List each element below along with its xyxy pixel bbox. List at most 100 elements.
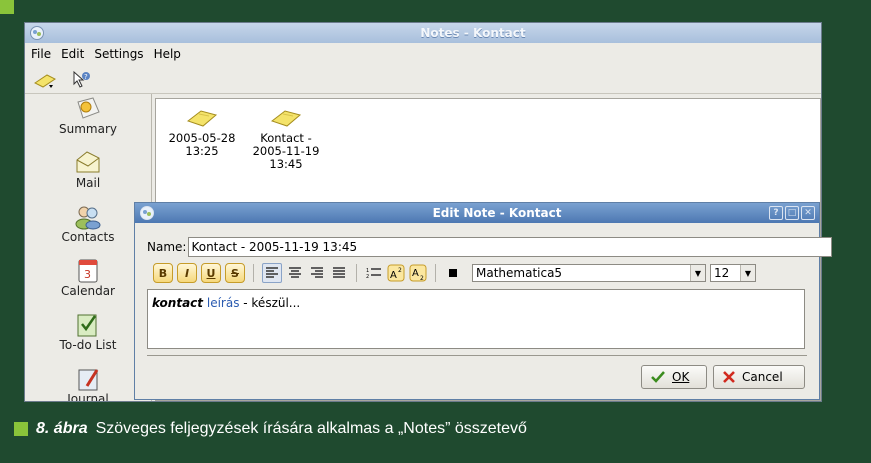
menubar: File Edit Settings Help xyxy=(25,43,821,65)
sidebar-item-calendar[interactable]: 3 Calendar xyxy=(25,256,151,310)
sidebar: Summary Mail Contacts 3 Calendar To-do L… xyxy=(25,94,152,401)
note-title-line2: 13:25 xyxy=(185,144,219,158)
svg-text:2: 2 xyxy=(398,267,402,274)
sidebar-item-contacts[interactable]: Contacts xyxy=(25,202,151,256)
align-justify-button[interactable] xyxy=(330,264,348,282)
note-icon xyxy=(186,110,218,127)
toolbar-separator xyxy=(435,264,436,282)
name-row: Name: Kontact - 2005-11-19 13:45 xyxy=(147,237,833,257)
align-center-icon xyxy=(289,267,301,278)
ok-button[interactable]: OK xyxy=(641,365,707,389)
dialog-window-buttons: ? □ ✕ xyxy=(769,206,815,220)
sidebar-label-calendar: Calendar xyxy=(61,284,115,298)
dialog-divider xyxy=(147,355,807,356)
menu-file[interactable]: File xyxy=(31,47,51,61)
sidebar-item-mail[interactable]: Mail xyxy=(25,148,151,202)
numbered-list-button[interactable]: 1 2 xyxy=(365,264,383,282)
dialog-title: Edit Note - Kontact xyxy=(432,206,562,220)
close-icon[interactable]: ✕ xyxy=(801,206,815,220)
italic-button[interactable]: I xyxy=(177,263,197,283)
format-toolbar: B I U S 1 2 A 2 A 2 Mathematica5 ▼ 12 ▼ xyxy=(153,261,756,285)
calendar-icon: 3 xyxy=(78,259,98,283)
summary-icon xyxy=(77,97,100,119)
editor-bold-text: kontact xyxy=(152,296,204,310)
strikeout-button[interactable]: S xyxy=(225,263,245,283)
caption-text: Szöveges feljegyzések írására alkalmas a… xyxy=(95,420,527,437)
dialog-titlebar[interactable]: Edit Note - Kontact ? □ ✕ xyxy=(135,203,819,223)
sidebar-label-summary: Summary xyxy=(59,122,117,136)
superscript-icon: A 2 xyxy=(387,264,405,282)
align-right-button[interactable] xyxy=(308,264,326,282)
maximize-icon[interactable]: □ xyxy=(785,206,799,220)
chevron-down-icon[interactable]: ▼ xyxy=(740,265,755,281)
svg-text:A: A xyxy=(390,270,397,281)
font-size-value: 12 xyxy=(714,266,730,280)
check-icon xyxy=(651,371,665,383)
note-item[interactable]: 2005-05-28 13:25 xyxy=(162,105,242,158)
note-item[interactable]: Kontact - 2005-11-19 13:45 xyxy=(246,105,326,171)
corner-accent xyxy=(0,0,14,14)
main-toolbar: ? xyxy=(25,65,821,94)
chevron-down-icon[interactable]: ▼ xyxy=(690,265,705,281)
name-field[interactable]: Kontact - 2005-11-19 13:45 xyxy=(188,237,833,257)
sidebar-item-summary[interactable]: Summary xyxy=(25,94,151,148)
kontact-app-icon[interactable] xyxy=(139,205,155,221)
caption-bullet xyxy=(14,422,28,436)
align-center-button[interactable] xyxy=(286,264,304,282)
align-justify-icon xyxy=(333,267,345,278)
journal-icon xyxy=(78,369,99,391)
sidebar-item-journal[interactable]: Journal xyxy=(25,364,151,402)
figure-caption: 8. ábra Szöveges feljegyzések írására al… xyxy=(14,420,527,438)
svg-text:2: 2 xyxy=(366,274,369,280)
toolbar-separator xyxy=(253,264,254,282)
note-title-line3: 13:45 xyxy=(269,157,303,171)
underline-button[interactable]: U xyxy=(201,263,221,283)
window-title: Notes - Kontact xyxy=(420,26,526,40)
ok-label: OK xyxy=(672,370,690,384)
subscript-icon: A 2 xyxy=(409,264,427,282)
text-color-button[interactable] xyxy=(444,264,462,282)
help-icon[interactable]: ? xyxy=(769,206,783,220)
svg-text:?: ? xyxy=(84,73,88,81)
svg-text:A: A xyxy=(412,268,419,279)
font-size-select[interactable]: 12 ▼ xyxy=(710,264,756,282)
cancel-label: Cancel xyxy=(742,370,783,384)
cancel-button[interactable]: Cancel xyxy=(713,365,805,389)
superscript-button[interactable]: A 2 xyxy=(387,264,405,282)
bold-button[interactable]: B xyxy=(153,263,173,283)
mail-icon xyxy=(76,151,100,173)
edit-note-dialog: Edit Note - Kontact ? □ ✕ Name: Kontact … xyxy=(134,202,833,400)
note-icon xyxy=(270,110,302,127)
editor-rest-text: - készül... xyxy=(239,296,301,310)
align-left-button[interactable] xyxy=(262,263,282,283)
kontact-app-icon[interactable] xyxy=(29,25,45,41)
note-editor[interactable]: kontact leírás - készül... xyxy=(147,289,805,349)
sidebar-label-journal: Journal xyxy=(67,392,109,402)
name-label: Name: xyxy=(147,240,187,254)
font-select-value: Mathematica5 xyxy=(476,266,563,280)
sidebar-label-contacts: Contacts xyxy=(61,230,115,244)
window-titlebar[interactable]: Notes - Kontact xyxy=(25,23,821,43)
editor-blue-text: leírás xyxy=(206,296,240,310)
numbered-list-icon: 1 2 xyxy=(366,268,381,280)
sidebar-label-todo: To-do List xyxy=(59,338,117,352)
contacts-icon xyxy=(75,206,101,230)
todo-icon xyxy=(77,314,97,337)
menu-help[interactable]: Help xyxy=(154,47,181,61)
caption-number: 8. ábra xyxy=(36,420,88,437)
svg-text:3: 3 xyxy=(84,268,91,281)
cancel-icon xyxy=(723,371,735,383)
align-right-icon xyxy=(311,267,323,278)
new-note-icon[interactable] xyxy=(33,69,67,89)
align-left-icon xyxy=(266,267,278,278)
font-select[interactable]: Mathematica5 ▼ xyxy=(472,264,706,282)
text-color-icon xyxy=(449,269,457,277)
toolbar-separator xyxy=(356,264,357,282)
whats-this-icon[interactable]: ? xyxy=(71,69,91,89)
sidebar-label-mail: Mail xyxy=(75,176,101,190)
sidebar-item-todo[interactable]: To-do List xyxy=(25,310,151,364)
svg-text:2: 2 xyxy=(420,275,424,282)
menu-settings[interactable]: Settings xyxy=(94,47,143,61)
subscript-button[interactable]: A 2 xyxy=(409,264,427,282)
menu-edit[interactable]: Edit xyxy=(61,47,84,61)
